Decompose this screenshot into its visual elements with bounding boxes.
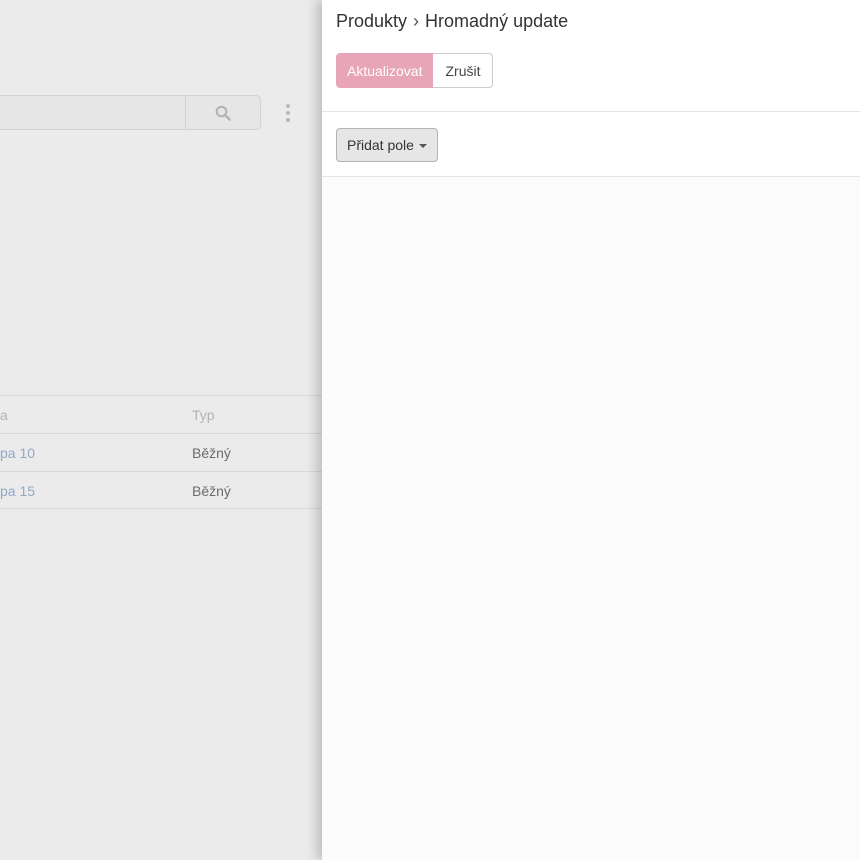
product-type: Běžný xyxy=(192,483,231,499)
table-row[interactable]: pa 10 Běžný xyxy=(0,433,322,471)
update-button[interactable]: Aktualizovat xyxy=(336,53,434,88)
column-header-type[interactable]: Typ xyxy=(192,407,215,423)
search-input[interactable] xyxy=(0,95,186,130)
fields-toolbar: Přidat pole xyxy=(322,112,860,177)
add-field-dropdown-button[interactable]: Přidat pole xyxy=(336,128,438,162)
table-header: a Typ xyxy=(0,395,322,433)
bulk-update-panel: Produkty › Hromadný update Aktualizovat … xyxy=(322,0,860,860)
breadcrumb-parent[interactable]: Produkty xyxy=(336,11,407,32)
product-name-link[interactable]: pa 10 xyxy=(0,445,35,461)
breadcrumb: Produkty › Hromadný update xyxy=(336,11,568,32)
cancel-button[interactable]: Zrušit xyxy=(433,53,494,88)
page-title: Hromadný update xyxy=(425,11,569,31)
breadcrumb-separator: › xyxy=(413,11,420,31)
action-button-group: Aktualizovat Zrušit xyxy=(336,53,494,88)
search-icon xyxy=(215,105,231,121)
more-vertical-icon[interactable] xyxy=(280,101,296,125)
panel-header: Produkty › Hromadný update Aktualizovat … xyxy=(322,0,860,112)
column-header-name[interactable]: a xyxy=(0,407,8,423)
search-button[interactable] xyxy=(185,95,261,130)
caret-down-icon xyxy=(418,144,427,148)
product-type: Běžný xyxy=(192,445,231,461)
table-row[interactable]: pa 15 Běžný xyxy=(0,471,322,509)
product-name-link[interactable]: pa 15 xyxy=(0,483,35,499)
products-table: a Typ pa 10 Běžný pa 15 Běžný xyxy=(0,395,322,509)
add-field-label: Přidat pole xyxy=(347,137,414,153)
